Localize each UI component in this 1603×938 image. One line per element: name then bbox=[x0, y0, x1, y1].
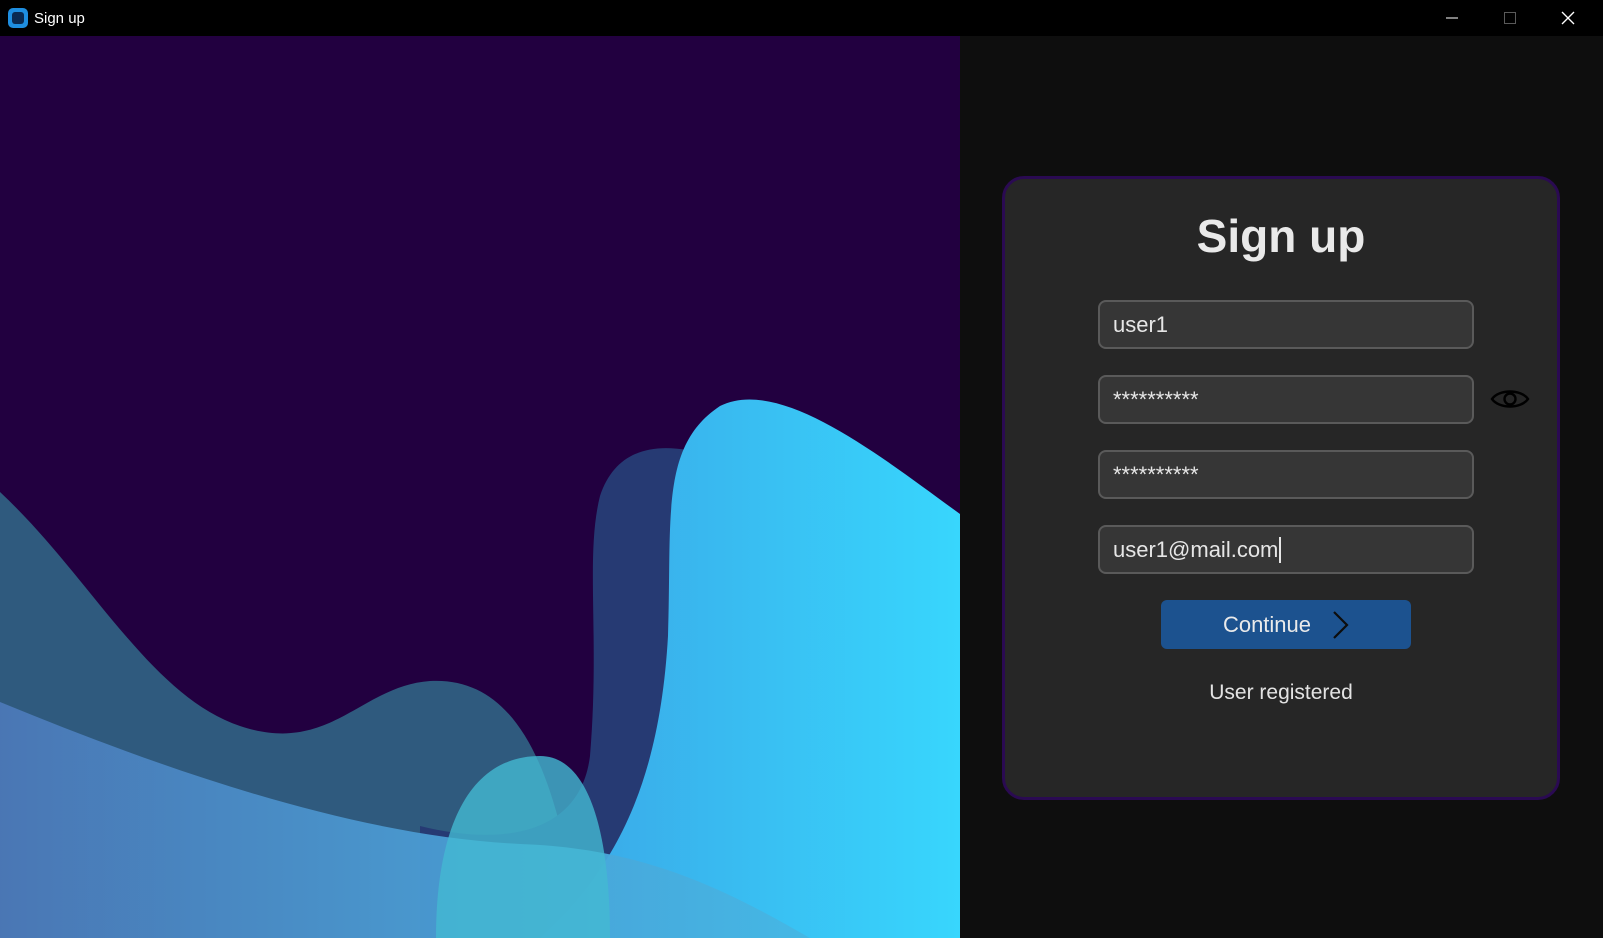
maximize-icon bbox=[1504, 12, 1516, 24]
minimize-icon bbox=[1446, 17, 1458, 19]
text-cursor bbox=[1279, 536, 1282, 563]
signup-card: Sign up user1 ********** ********** user… bbox=[1002, 176, 1560, 800]
continue-button[interactable]: Continue bbox=[1161, 600, 1411, 649]
decorative-art-panel bbox=[0, 36, 960, 938]
chevron-right-icon bbox=[1333, 610, 1349, 639]
continue-label: Continue bbox=[1222, 611, 1312, 637]
close-button[interactable] bbox=[1540, 0, 1596, 36]
wave-illustration bbox=[0, 36, 960, 938]
title-bar: Sign up bbox=[0, 0, 1603, 36]
app-icon bbox=[8, 8, 28, 28]
email-input[interactable]: user1@mail.com bbox=[1098, 525, 1474, 574]
window-title: Sign up bbox=[34, 10, 85, 27]
eye-icon bbox=[1490, 390, 1530, 408]
status-message: User registered bbox=[1209, 681, 1353, 704]
signup-window: Sign up Sign up user1 ********** *******… bbox=[0, 0, 1603, 938]
minimize-button[interactable] bbox=[1424, 0, 1480, 36]
email-input-value: user1@mail.com bbox=[1113, 536, 1279, 562]
maximize-button[interactable] bbox=[1482, 0, 1538, 36]
password-input[interactable]: ********** bbox=[1098, 375, 1474, 424]
username-input[interactable]: user1 bbox=[1098, 300, 1474, 349]
form-title: Sign up bbox=[1196, 210, 1366, 262]
confirm-password-input[interactable]: ********** bbox=[1098, 450, 1474, 499]
show-password-button[interactable] bbox=[1489, 383, 1531, 415]
close-icon bbox=[1561, 11, 1575, 25]
